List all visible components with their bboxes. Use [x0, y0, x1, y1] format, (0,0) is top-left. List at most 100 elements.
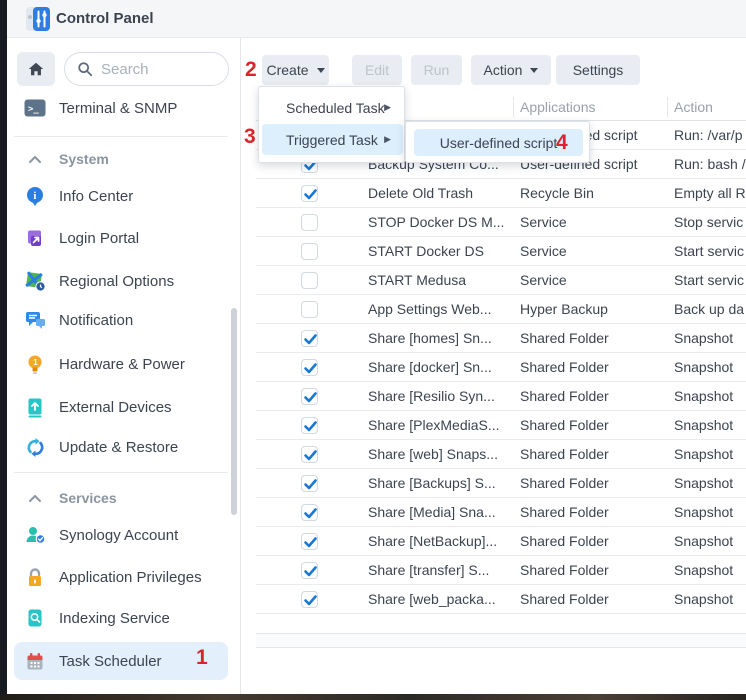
row-checkbox[interactable]	[301, 591, 318, 608]
home-button[interactable]	[17, 52, 55, 86]
search-icon	[77, 61, 93, 77]
task-name-cell: STOP Docker DS M...	[368, 208, 518, 236]
svg-text:i: i	[33, 190, 36, 202]
control-panel-window: Control Panel Search >_ Terminal & SNMP …	[0, 0, 746, 700]
run-button[interactable]: Run	[411, 55, 462, 85]
row-checkbox[interactable]	[301, 533, 318, 550]
task-name-cell: Share [PlexMediaS...	[368, 411, 518, 439]
applications-cell: Shared Folder	[520, 382, 665, 410]
sidebar-item-terminal-snmp[interactable]: >_ Terminal & SNMP	[14, 90, 228, 126]
hardware-power-icon: 1	[24, 353, 46, 375]
chevron-up-icon	[24, 487, 46, 509]
table-row[interactable]: Delete Old Trash Recycle Bin Empty all R	[256, 179, 746, 208]
row-checkbox[interactable]	[301, 417, 318, 434]
caret-down-icon	[317, 68, 325, 73]
row-checkbox[interactable]	[301, 359, 318, 376]
search-input[interactable]: Search	[64, 52, 229, 86]
action-button-label: Action	[484, 62, 523, 78]
applications-cell: Hyper Backup	[520, 295, 665, 323]
table-row[interactable]: STOP Docker DS M... Service Stop servic	[256, 208, 746, 237]
sidebar-item-login-portal[interactable]: Login Portal	[14, 220, 228, 256]
sidebar-item-label: Terminal & SNMP	[59, 100, 177, 117]
edit-button[interactable]: Edit	[352, 55, 402, 85]
menu-item-triggered-task[interactable]: Triggered Task ▶	[262, 124, 403, 155]
table-row[interactable]: App Settings Web... Hyper Backup Back up…	[256, 295, 746, 324]
table-row[interactable]: Share [docker] Sn... Shared Folder Snaps…	[256, 353, 746, 382]
column-header-action[interactable]: Action	[674, 94, 713, 120]
sidebar-item-label: Application Privileges	[59, 569, 202, 586]
sidebar-section-system[interactable]: System	[14, 148, 228, 170]
table-row[interactable]: Share [Backups] S... Shared Folder Snaps…	[256, 469, 746, 498]
create-button[interactable]: Create	[262, 55, 329, 85]
sidebar-item-hardware-power[interactable]: 1 Hardware & Power	[14, 346, 228, 382]
chevron-up-icon	[24, 148, 46, 170]
menu-item-label: Triggered Task	[286, 132, 378, 148]
table-row[interactable]: Share [NetBackup]... Shared Folder Snaps…	[256, 527, 746, 556]
search-placeholder: Search	[101, 61, 149, 78]
table-row[interactable]: Share [transfer] S... Shared Folder Snap…	[256, 556, 746, 585]
sidebar-item-label: Info Center	[59, 188, 133, 205]
row-checkbox[interactable]	[301, 243, 318, 260]
sidebar-section-divider	[14, 136, 228, 137]
action-cell: Snapshot	[674, 527, 746, 555]
action-button[interactable]: Action	[471, 55, 551, 85]
row-checkbox[interactable]	[301, 446, 318, 463]
table-footer-band	[256, 634, 746, 647]
caret-down-icon	[530, 68, 538, 73]
sidebar-item-update-restore[interactable]: Update & Restore	[14, 429, 228, 465]
sidebar-item-info-center[interactable]: i Info Center	[14, 178, 228, 214]
row-checkbox[interactable]	[301, 185, 318, 202]
sidebar-item-application-privileges[interactable]: Application Privileges	[14, 559, 228, 595]
update-restore-icon	[24, 436, 46, 458]
sidebar-item-label: External Devices	[59, 399, 172, 416]
sidebar-item-synology-account[interactable]: Synology Account	[14, 517, 228, 553]
table-row[interactable]: START Medusa Service Start servic	[256, 266, 746, 295]
submenu-arrow-icon: ▶	[384, 134, 391, 145]
table-row[interactable]: START Docker DS Service Start servic	[256, 237, 746, 266]
run-button-label: Run	[424, 62, 450, 78]
row-checkbox[interactable]	[301, 330, 318, 347]
row-checkbox[interactable]	[301, 388, 318, 405]
action-cell: Snapshot	[674, 440, 746, 468]
svg-text:1: 1	[33, 358, 38, 367]
table-row[interactable]: Share [Resilio Syn... Shared Folder Snap…	[256, 382, 746, 411]
row-checkbox[interactable]	[301, 504, 318, 521]
sidebar-item-external-devices[interactable]: External Devices	[14, 389, 228, 425]
action-cell: Start servic	[674, 237, 746, 265]
row-checkbox[interactable]	[301, 562, 318, 579]
sidebar-item-label: Task Scheduler	[59, 653, 162, 670]
column-header-applications[interactable]: Applications	[520, 94, 596, 120]
settings-button-label: Settings	[573, 62, 624, 78]
terminal-icon: >_	[24, 97, 46, 119]
sidebar-section-services[interactable]: Services	[14, 487, 228, 509]
column-divider	[667, 97, 668, 117]
row-checkbox[interactable]	[301, 301, 318, 318]
sidebar-item-label: Notification	[59, 312, 133, 329]
sidebar-item-regional-options[interactable]: Regional Options	[14, 263, 228, 299]
row-checkbox[interactable]	[301, 214, 318, 231]
table-row[interactable]: Share [web] Snaps... Shared Folder Snaps…	[256, 440, 746, 469]
row-checkbox[interactable]	[301, 272, 318, 289]
table-row[interactable]: Share [web_packa... Shared Folder Snapsh…	[256, 585, 746, 614]
submenu-arrow-icon: ▶	[384, 102, 391, 113]
task-scheduler-icon	[24, 650, 46, 672]
applications-cell: Shared Folder	[520, 324, 665, 352]
table-row[interactable]: Share [Media] Sna... Shared Folder Snaps…	[256, 498, 746, 527]
settings-button[interactable]: Settings	[556, 55, 640, 85]
table-footer-line	[256, 633, 746, 634]
login-portal-icon	[24, 227, 46, 249]
task-name-cell: App Settings Web...	[368, 295, 518, 323]
action-cell: Snapshot	[674, 469, 746, 497]
menu-item-scheduled-task[interactable]: Scheduled Task ▶	[262, 92, 403, 123]
sidebar-item-label: Login Portal	[59, 230, 139, 247]
table-row[interactable]: Share [PlexMediaS... Shared Folder Snaps…	[256, 411, 746, 440]
regional-options-icon	[24, 270, 46, 292]
row-checkbox[interactable]	[301, 475, 318, 492]
sidebar-scrollbar[interactable]	[231, 308, 237, 515]
sidebar-item-notification[interactable]: Notification	[14, 302, 228, 338]
table-row[interactable]: Share [homes] Sn... Shared Folder Snapsh…	[256, 324, 746, 353]
sidebar-item-indexing-service[interactable]: Indexing Service	[14, 600, 228, 636]
action-cell: Snapshot	[674, 411, 746, 439]
task-name-cell: START Docker DS	[368, 237, 518, 265]
action-cell: Snapshot	[674, 324, 746, 352]
